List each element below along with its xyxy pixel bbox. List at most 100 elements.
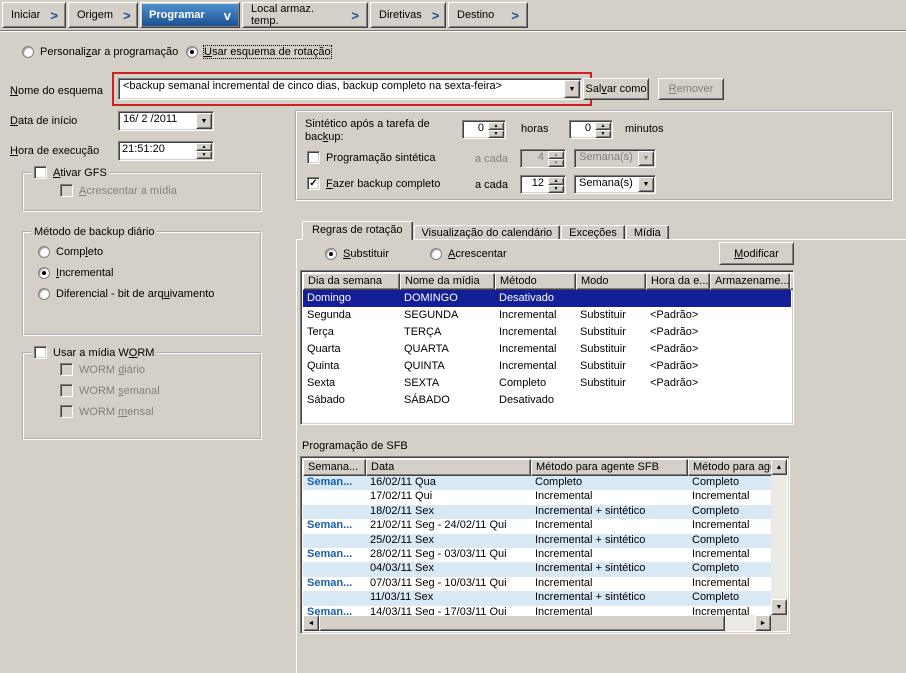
gfs-legend: Ativar GFS (31, 166, 110, 179)
table-row[interactable]: 11/03/11 SexIncremental + sintéticoCompl… (303, 591, 773, 605)
method-incremental-radio-row[interactable]: Incremental (38, 267, 260, 279)
horizontal-scrollbar[interactable]: ◄ ► (303, 615, 771, 631)
worm-weekly-checkbox[interactable] (60, 384, 73, 397)
spin-down-icon[interactable]: ▼ (488, 130, 504, 138)
spin-up-icon[interactable]: ▲ (595, 122, 611, 130)
column-header[interactable]: Nome da mídia (400, 273, 495, 290)
worm-monthly-checkbox[interactable] (60, 405, 73, 418)
rotation-scheme-radio[interactable]: Usar esquema de rotação (186, 46, 331, 58)
radio-icon[interactable] (186, 46, 198, 58)
hours-spinner[interactable]: 0 ▲ ▼ (462, 120, 506, 139)
worm-weekly-checkbox-row[interactable]: WORM semanal (60, 384, 260, 397)
wizard-tab-diretivas[interactable]: Diretivas > (370, 2, 446, 28)
append-media-checkbox[interactable] (60, 184, 73, 197)
dropdown-icon[interactable]: ▼ (564, 80, 580, 98)
wizard-tab-iniciar[interactable]: Iniciar > (2, 2, 66, 28)
full-unit-select[interactable]: Semana(s) ▼ (574, 175, 656, 194)
scrollbar-thumb[interactable] (319, 615, 725, 631)
table-row[interactable]: TerçaTERÇAIncrementalSubstituir<Padrão> (303, 324, 791, 341)
table-row[interactable]: Seman...07/03/11 Seg - 10/03/11 QuiIncre… (303, 577, 773, 591)
spin-up-icon[interactable]: ▲ (196, 143, 212, 151)
table-row[interactable]: QuartaQUARTAIncrementalSubstituir<Padrão… (303, 341, 791, 358)
table-row[interactable]: Seman...21/02/11 Seg - 24/02/11 QuiIncre… (303, 519, 773, 533)
table-row[interactable]: Seman...28/02/11 Seg - 03/03/11 QuiIncre… (303, 548, 773, 562)
table-row[interactable]: 25/02/11 SexIncremental + sintéticoCompl… (303, 534, 773, 548)
tab-midia[interactable]: Mídia (626, 225, 669, 240)
worm-checkbox[interactable] (34, 346, 47, 359)
full-every-spinner[interactable]: 12 ▲ ▼ (520, 175, 566, 194)
method-differential-radio-row[interactable]: Diferencial - bit de arquivamento (38, 288, 260, 300)
spin-up-icon[interactable]: ▲ (548, 151, 564, 159)
gfs-checkbox[interactable] (34, 166, 47, 179)
radio-icon[interactable] (38, 267, 50, 279)
dropdown-icon[interactable]: ▼ (638, 151, 654, 166)
radio-icon[interactable] (38, 246, 50, 258)
worm-daily-checkbox[interactable] (60, 363, 73, 376)
dropdown-icon[interactable]: ▼ (638, 177, 654, 192)
replace-radio-row[interactable]: Substituir (325, 248, 389, 260)
spin-up-icon[interactable]: ▲ (548, 177, 564, 185)
table-row[interactable]: SábadoSÁBADODesativado (303, 392, 791, 409)
minutes-spinner[interactable]: 0 ▲ ▼ (569, 120, 613, 139)
column-header[interactable]: Método para agente SFB (531, 459, 688, 476)
modify-button[interactable]: Modificar (719, 242, 794, 265)
scroll-left-icon[interactable]: ◄ (303, 615, 319, 631)
table-row[interactable]: QuintaQUINTAIncrementalSubstituir<Padrão… (303, 358, 791, 375)
table-row[interactable]: 17/02/11 QuiIncrementalIncremental (303, 490, 773, 504)
column-header[interactable]: Armazename... (710, 273, 790, 290)
column-header[interactable]: Modo (576, 273, 646, 290)
vertical-scrollbar[interactable]: ▲ ▼ (771, 459, 787, 615)
column-header[interactable]: Semana... (303, 459, 366, 476)
column-header[interactable]: Data (366, 459, 531, 476)
tab-regras-de-rotacao[interactable]: Regras de rotação (302, 221, 413, 240)
run-time-spinner[interactable]: 21:51:20 ▲ ▼ (118, 141, 214, 161)
full-backup-checkbox[interactable]: ✓ (307, 177, 320, 190)
table-row[interactable]: Seman...16/02/11 QuaCompletoCompleto (303, 476, 773, 490)
save-as-button[interactable]: Salvar como (583, 78, 649, 100)
column-header[interactable] (790, 273, 794, 290)
tab-excecoes[interactable]: Exceções (561, 225, 625, 240)
scrollbar-track[interactable] (725, 615, 755, 631)
table-row[interactable]: SegundaSEGUNDAIncrementalSubstituir<Padr… (303, 307, 791, 324)
remove-button[interactable]: Remover (658, 78, 724, 100)
table-row[interactable]: 18/02/11 SexIncremental + sintéticoCompl… (303, 505, 773, 519)
scroll-up-icon[interactable]: ▲ (771, 459, 787, 475)
append-radio-row[interactable]: Acrescentar (430, 248, 507, 260)
spin-up-icon[interactable]: ▲ (488, 122, 504, 130)
table-row[interactable]: 04/03/11 SexIncremental + sintéticoCompl… (303, 562, 773, 576)
wizard-tab-origem[interactable]: Origem > (68, 2, 138, 28)
spin-down-icon[interactable]: ▼ (548, 159, 564, 167)
column-header[interactable]: Dia da semana (303, 273, 400, 290)
scheme-name-combobox[interactable]: <backup semanal incremental de cinco dia… (118, 78, 582, 100)
radio-icon[interactable] (22, 46, 34, 58)
spin-down-icon[interactable]: ▼ (595, 130, 611, 138)
column-header[interactable]: Método (495, 273, 576, 290)
radio-icon[interactable] (430, 248, 442, 260)
column-header[interactable]: Método para age (688, 459, 773, 476)
full-backup-checkbox-row[interactable]: ✓ Fazer backup completo (307, 177, 440, 190)
spin-down-icon[interactable]: ▼ (548, 185, 564, 193)
append-media-checkbox-row[interactable]: Acrescentar a mídia (60, 184, 260, 197)
synthetic-every-spinner[interactable]: 4 ▲ ▼ (520, 149, 566, 168)
column-header[interactable]: Hora da e... (646, 273, 710, 290)
radio-icon[interactable] (325, 248, 337, 260)
wizard-tab-destino[interactable]: Destino > (448, 2, 528, 28)
dropdown-icon[interactable]: ▼ (196, 113, 212, 129)
worm-monthly-checkbox-row[interactable]: WORM mensal (60, 405, 260, 418)
table-row[interactable]: SextaSEXTACompletoSubstituir<Padrão> (303, 375, 791, 392)
synthetic-schedule-checkbox-row[interactable]: Programação sintética (307, 151, 435, 164)
worm-daily-checkbox-row[interactable]: WORM diário (60, 363, 260, 376)
start-date-picker[interactable]: 16/ 2 /2011 ▼ (118, 111, 214, 131)
synthetic-schedule-checkbox[interactable] (307, 151, 320, 164)
tab-visualizacao-do-calendario[interactable]: Visualização do calendário (414, 225, 561, 240)
radio-icon[interactable] (38, 288, 50, 300)
table-row[interactable]: DomingoDOMINGODesativado (303, 290, 791, 307)
synthetic-unit-select[interactable]: Semana(s) ▼ (574, 149, 656, 168)
scroll-right-icon[interactable]: ► (755, 615, 771, 631)
custom-schedule-radio[interactable]: Personalizar a programação (22, 46, 178, 58)
method-full-radio-row[interactable]: Completo (38, 246, 260, 258)
spin-down-icon[interactable]: ▼ (196, 151, 212, 159)
wizard-tab-programar[interactable]: Programar v (140, 2, 240, 28)
wizard-tab-local-armaz-temp[interactable]: Local armaz. temp. > (242, 2, 368, 28)
scroll-down-icon[interactable]: ▼ (771, 599, 787, 615)
